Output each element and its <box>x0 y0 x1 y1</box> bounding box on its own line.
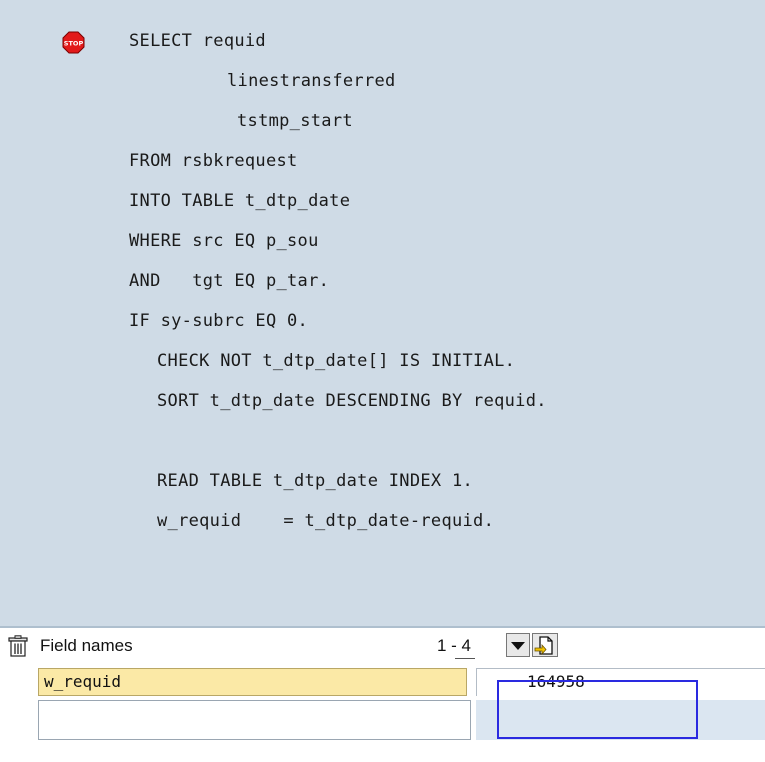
range-underline <box>455 658 475 659</box>
code-line: SORT t_dtp_date DESCENDING BY requid. <box>157 391 547 411</box>
dropdown-arrow-icon <box>511 642 525 650</box>
row-range-indicator: 1 - 4 <box>437 636 472 655</box>
code-line: tstmp_start <box>237 111 353 131</box>
field-name-input[interactable] <box>38 700 471 740</box>
code-line: IF sy-subrc EQ 0. <box>129 311 309 331</box>
code-line: w_requid = t_dtp_date-requid. <box>157 511 495 531</box>
stop-sign-icon[interactable]: STOP <box>62 31 85 54</box>
dropdown-arrow-button[interactable] <box>506 633 530 657</box>
code-line: INTO TABLE t_dtp_date <box>129 191 351 211</box>
variable-display-panel: Field names 1 - 4 w_requid 164958 <box>0 628 765 762</box>
code-line: SELECT requid <box>129 31 266 51</box>
code-line: READ TABLE t_dtp_date INDEX 1. <box>157 471 474 491</box>
svg-text:STOP: STOP <box>64 40 84 48</box>
code-line: CHECK NOT t_dtp_date[] IS INITIAL. <box>157 351 516 371</box>
new-document-icon <box>534 636 553 656</box>
code-line: AND tgt EQ p_tar. <box>129 271 330 291</box>
field-names-header: Field names <box>40 636 133 655</box>
code-line: linestransferred <box>227 71 396 91</box>
code-line: FROM rsbkrequest <box>129 151 298 171</box>
code-line: WHERE src EQ p_sou <box>129 231 319 251</box>
trash-icon[interactable] <box>8 635 28 657</box>
field-name-cell[interactable]: w_requid <box>38 668 467 696</box>
annotation-highlight-box <box>497 680 698 739</box>
code-editor-panel: STOP SELECT requid linestransferred tstm… <box>0 0 765 628</box>
new-document-button[interactable] <box>532 633 558 657</box>
